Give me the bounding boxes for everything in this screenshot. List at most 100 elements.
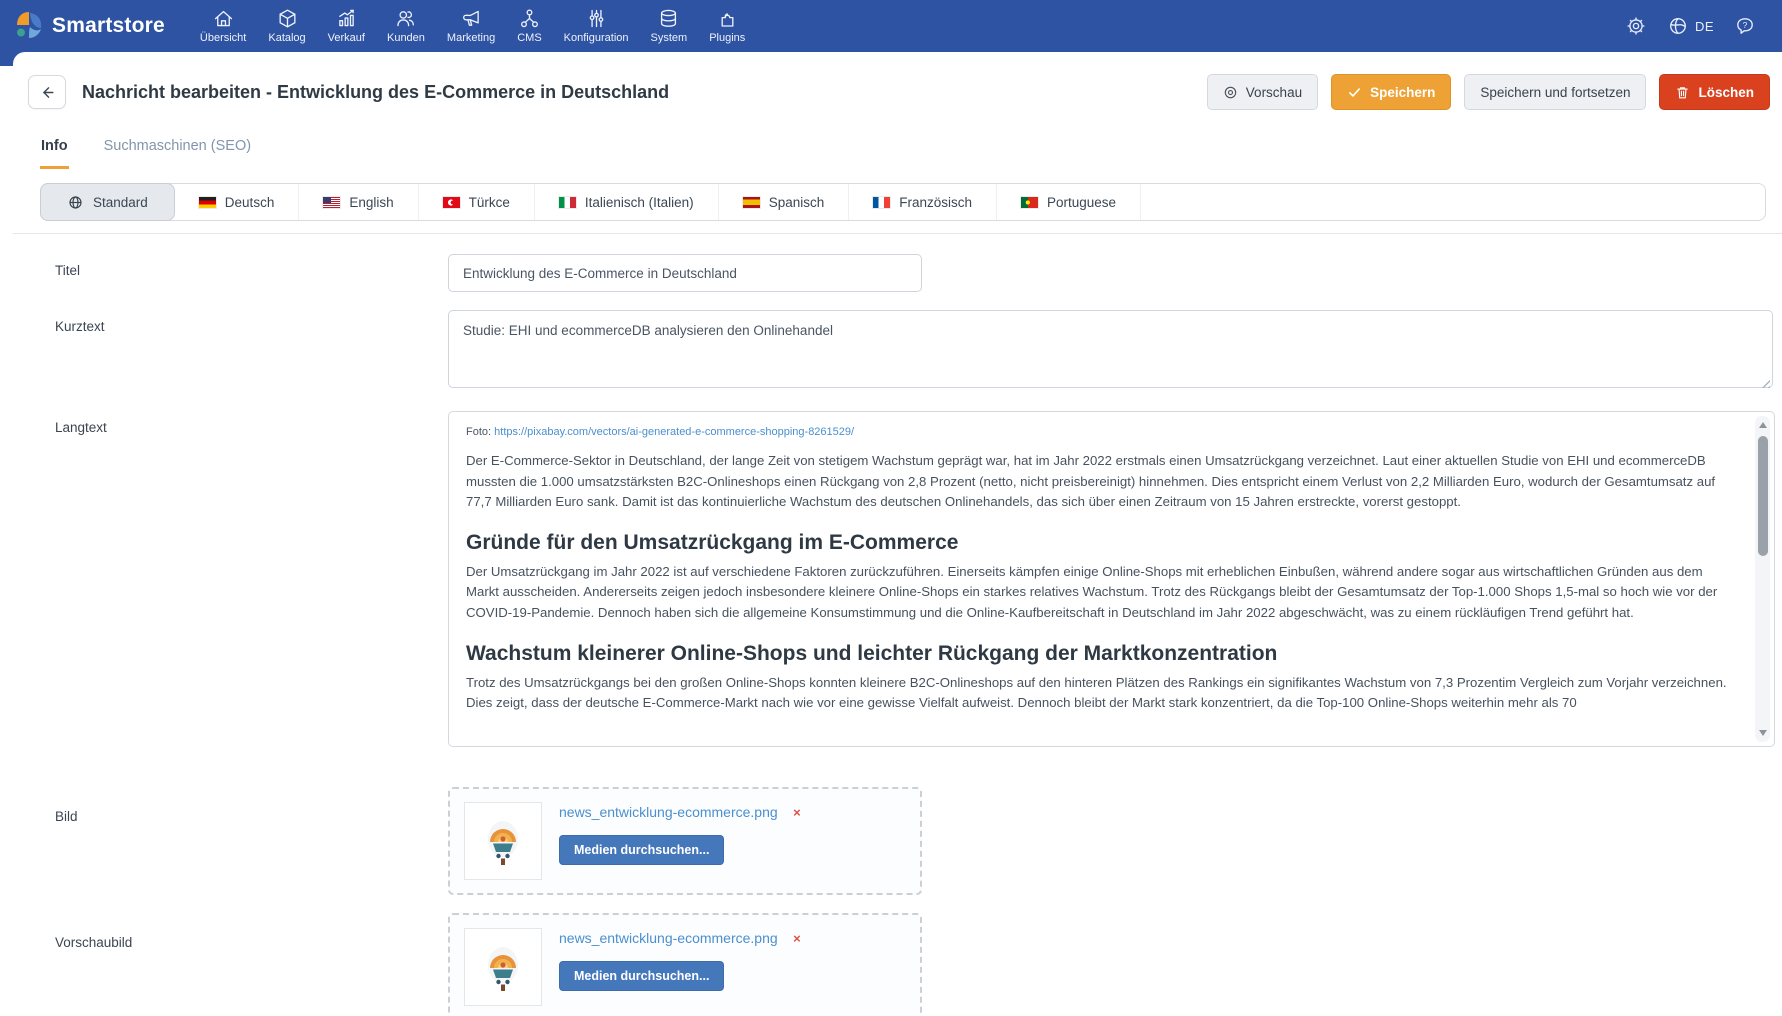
locale-tab-spanisch[interactable]: Spanisch xyxy=(719,184,850,220)
nav-item-konfiguration[interactable]: Konfiguration xyxy=(553,0,640,52)
locale-tab-bar: Standard Deutsch English Türkce Italienisch … xyxy=(40,183,1766,221)
bild-dropzone[interactable]: news_entwicklung-ecommerce.png × Medien … xyxy=(448,787,922,895)
home-icon xyxy=(212,7,235,30)
back-button[interactable] xyxy=(28,75,66,109)
kurztext-textarea[interactable]: Studie: EHI und ecommerceDB analysieren … xyxy=(448,310,1773,388)
scroll-down-arrow-icon[interactable] xyxy=(1755,726,1770,740)
language-switcher[interactable]: DE xyxy=(1667,15,1714,37)
top-navbar: Smartstore Übersicht Katalog Verkauf Kunden… xyxy=(0,0,1782,52)
page-title: Nachricht bearbeiten - Entwicklung des E… xyxy=(82,82,1191,103)
langtext-paragraph-1: Der E-Commerce-Sektor in Deutschland, de… xyxy=(466,451,1734,513)
brand-name: Smartstore xyxy=(52,14,165,38)
nav-item-system[interactable]: System xyxy=(640,0,699,52)
settings-button[interactable] xyxy=(1625,15,1647,37)
save-button[interactable]: Speichern xyxy=(1331,74,1451,110)
locale-tab-standard[interactable]: Standard xyxy=(40,183,175,221)
locale-tab-label: Spanisch xyxy=(769,195,825,210)
page-header: Nachricht bearbeiten - Entwicklung des E… xyxy=(0,66,1782,124)
scrollbar-thumb[interactable] xyxy=(1758,436,1768,556)
locale-tab-deutsch[interactable]: Deutsch xyxy=(175,184,300,220)
locale-tab-label: Italienisch (Italien) xyxy=(585,195,694,210)
nav-item-label: Katalog xyxy=(268,32,305,44)
vorschaubild-thumbnail[interactable] xyxy=(464,928,542,1006)
thumbnail-image xyxy=(479,938,527,996)
eye-icon xyxy=(1223,85,1238,100)
langtext-paragraph-2: Der Umsatzrückgang im Jahr 2022 ist auf … xyxy=(466,562,1734,624)
nav-item-katalog[interactable]: Katalog xyxy=(257,0,316,52)
tab-seo[interactable]: Suchmaschinen (SEO) xyxy=(103,130,252,169)
globe-icon xyxy=(67,194,84,211)
nav-item-label: CMS xyxy=(517,32,541,44)
locale-tab-label: Standard xyxy=(93,195,148,210)
nav-item-kunden[interactable]: Kunden xyxy=(376,0,436,52)
titel-input[interactable] xyxy=(448,254,922,292)
bild-label: Bild xyxy=(0,787,448,895)
header-background xyxy=(0,52,1782,66)
langtext-editor[interactable]: Foto: https://pixabay.com/vectors/ai-gen… xyxy=(448,411,1775,747)
locale-tab-label: Deutsch xyxy=(225,195,275,210)
nav-item--bersicht[interactable]: Übersicht xyxy=(189,0,257,52)
nav-item-label: Marketing xyxy=(447,32,495,44)
delete-button[interactable]: Löschen xyxy=(1659,74,1770,110)
help-button[interactable]: ? xyxy=(1734,15,1756,37)
kurztext-label: Kurztext xyxy=(0,310,448,393)
customers-icon xyxy=(394,7,417,30)
bild-remove-icon[interactable]: × xyxy=(793,805,801,820)
plugins-icon xyxy=(716,7,739,30)
nav-item-cms[interactable]: CMS xyxy=(506,0,552,52)
svg-text:?: ? xyxy=(1743,20,1748,30)
locale-code: DE xyxy=(1695,19,1714,34)
vorschaubild-browse-button[interactable]: Medien durchsuchen... xyxy=(559,961,724,991)
locale-tab-label: Portuguese xyxy=(1047,195,1116,210)
tab-info[interactable]: Info xyxy=(40,130,69,169)
flag-it-icon xyxy=(559,197,576,208)
vorschaubild-dropzone[interactable]: news_entwicklung-ecommerce.png × Medien … xyxy=(448,913,922,1016)
langtext-heading-1: Gründe für den Umsatzrückgang im E-Comme… xyxy=(466,531,1734,555)
preview-button[interactable]: Vorschau xyxy=(1207,74,1318,110)
bild-browse-button[interactable]: Medien durchsuchen... xyxy=(559,835,724,865)
foto-credit-line: Foto: https://pixabay.com/vectors/ai-gen… xyxy=(466,426,1734,438)
locale-tab-english[interactable]: English xyxy=(299,184,418,220)
flag-es-icon xyxy=(743,197,760,208)
nav-item-label: Plugins xyxy=(709,32,745,44)
locale-tab-portuguese[interactable]: Portuguese xyxy=(997,184,1141,220)
locale-tab-t-rkce[interactable]: Türkce xyxy=(419,184,535,220)
locale-tab-franz-sisch[interactable]: Französisch xyxy=(849,184,997,220)
bild-file-link[interactable]: news_entwicklung-ecommerce.png xyxy=(559,804,778,820)
sales-icon xyxy=(335,7,358,30)
locale-tab-label: Französisch xyxy=(899,195,972,210)
vorschaubild-remove-icon[interactable]: × xyxy=(793,931,801,946)
thumbnail-image xyxy=(479,812,527,870)
locale-tab-label: English xyxy=(349,195,393,210)
flag-de-icon xyxy=(199,197,216,208)
vorschaubild-file-link[interactable]: news_entwicklung-ecommerce.png xyxy=(559,930,778,946)
locale-tab-italienisch-italien-[interactable]: Italienisch (Italien) xyxy=(535,184,719,220)
foto-credit-link[interactable]: https://pixabay.com/vectors/ai-generated… xyxy=(494,426,854,438)
scroll-up-arrow-icon[interactable] xyxy=(1755,418,1770,432)
nav-item-marketing[interactable]: Marketing xyxy=(436,0,506,52)
nav-item-label: Konfiguration xyxy=(564,32,629,44)
flag-us-icon xyxy=(323,197,340,208)
brand-logo[interactable]: Smartstore xyxy=(0,11,189,41)
configuration-icon xyxy=(585,7,608,30)
langtext-heading-2: Wachstum kleinerer Online-Shops und leic… xyxy=(466,642,1734,666)
bild-thumbnail[interactable] xyxy=(464,802,542,880)
flag-fr-icon xyxy=(873,197,890,208)
flag-pt-icon xyxy=(1021,197,1038,208)
cms-icon xyxy=(518,7,541,30)
check-icon xyxy=(1347,85,1362,100)
nav-item-plugins[interactable]: Plugins xyxy=(698,0,756,52)
nav-item-verkauf[interactable]: Verkauf xyxy=(317,0,376,52)
titel-label: Titel xyxy=(0,254,448,292)
globe-icon xyxy=(1667,15,1689,37)
nav-item-label: Verkauf xyxy=(328,32,365,44)
editor-scrollbar[interactable] xyxy=(1755,416,1770,742)
save-continue-button[interactable]: Speichern und fortsetzen xyxy=(1464,74,1646,110)
nav-item-label: Übersicht xyxy=(200,32,246,44)
flag-tr-icon xyxy=(443,197,460,208)
smartstore-logo-icon xyxy=(14,11,44,41)
marketing-icon xyxy=(460,7,483,30)
edit-form: Titel Kurztext Studie: EHI und ecommerce… xyxy=(0,234,1782,1016)
catalog-icon xyxy=(276,7,299,30)
locale-tab-label: Türkce xyxy=(469,195,510,210)
